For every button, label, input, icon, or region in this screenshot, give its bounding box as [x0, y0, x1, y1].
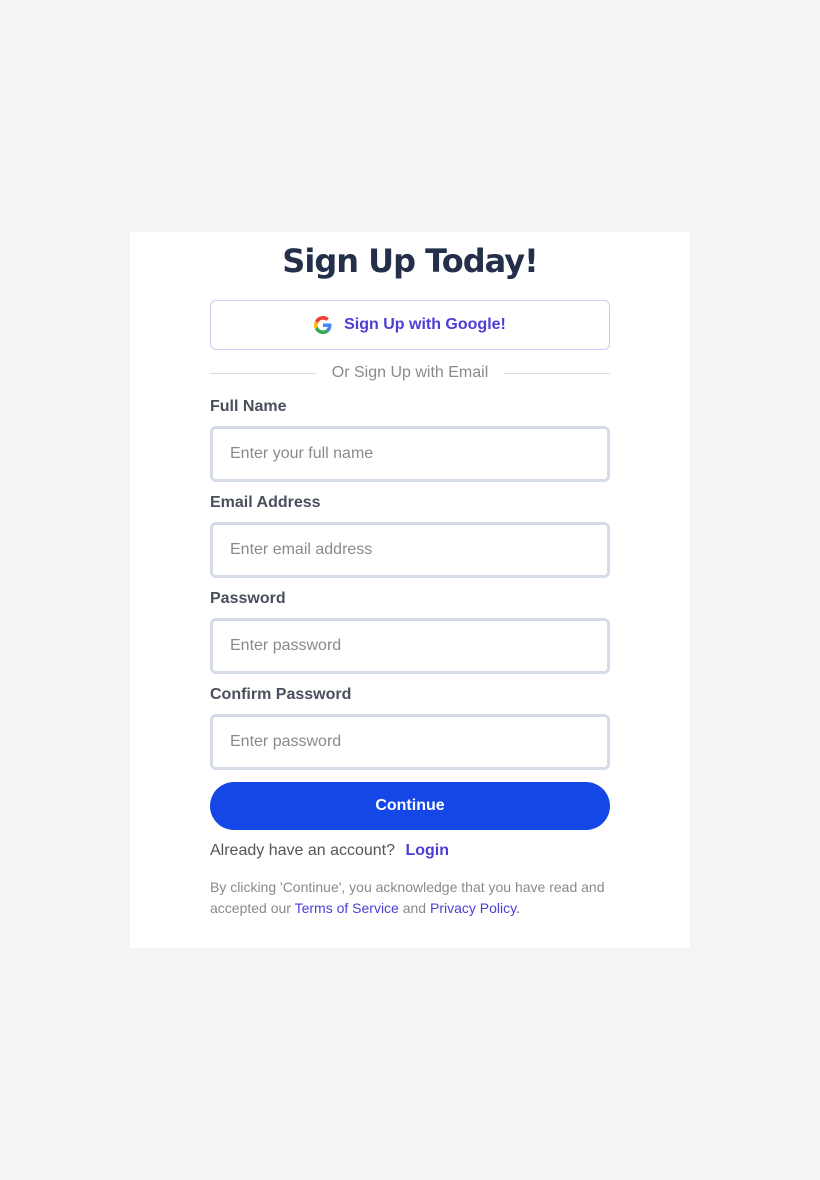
- login-link[interactable]: Login: [405, 842, 449, 859]
- divider-line: [504, 372, 610, 374]
- terms-notice: By clicking 'Continue', you acknowledge …: [210, 877, 610, 919]
- full-name-label: Full Name: [210, 398, 287, 415]
- divider: Or Sign Up with Email: [210, 362, 610, 384]
- account-text: Already have an account?: [210, 842, 396, 859]
- account-prompt: Already have an account? Login: [210, 842, 610, 860]
- page-title: Sign Up Today!: [282, 242, 538, 280]
- google-signup-label: Sign Up with Google!: [344, 316, 506, 333]
- confirm-password-input[interactable]: [210, 714, 610, 770]
- privacy-policy-link[interactable]: Privacy Policy: [430, 900, 516, 916]
- full-name-input[interactable]: [210, 426, 610, 482]
- email-input[interactable]: [210, 522, 610, 578]
- terms-of-service-link[interactable]: Terms of Service: [295, 900, 399, 916]
- password-label: Password: [210, 590, 286, 607]
- google-signup-button[interactable]: Sign Up with Google!: [210, 300, 610, 350]
- terms-suffix: .: [516, 900, 520, 916]
- divider-line: [210, 372, 316, 374]
- terms-and: and: [402, 900, 427, 916]
- google-icon: [314, 316, 332, 334]
- continue-button[interactable]: Continue: [210, 782, 610, 830]
- confirm-password-label: Confirm Password: [210, 686, 352, 703]
- email-label: Email Address: [210, 494, 321, 511]
- password-input[interactable]: [210, 618, 610, 674]
- signup-card: Sign Up Today! Sign Up with Google! Or S…: [130, 232, 690, 948]
- divider-text: Or Sign Up with Email: [331, 364, 489, 381]
